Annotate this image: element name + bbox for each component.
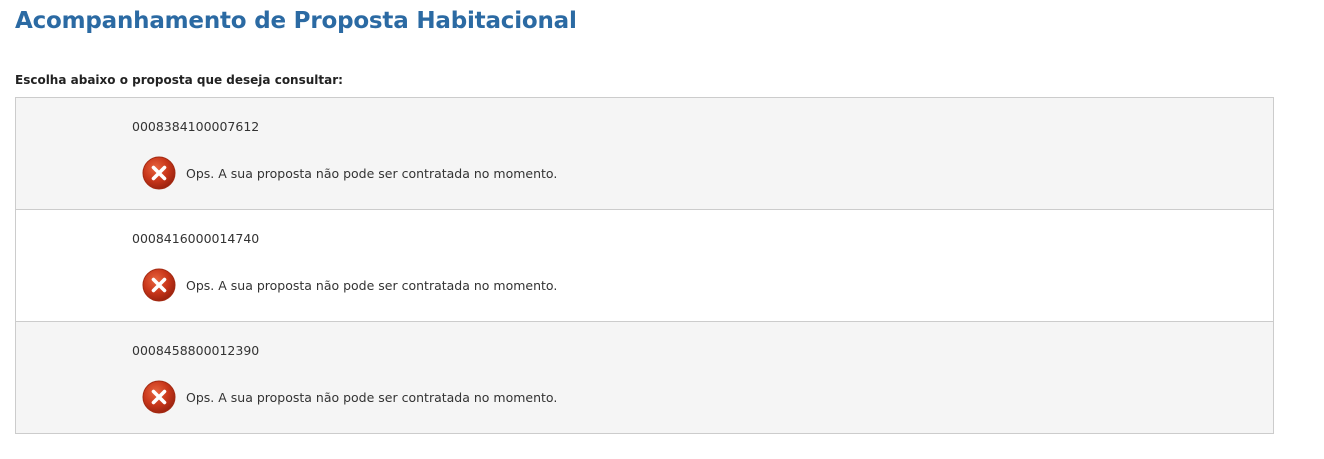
proposal-number[interactable]: 0008458800012390 (132, 343, 259, 358)
proposal-status: Ops. A sua proposta não pode ser contrat… (142, 380, 557, 414)
status-message: Ops. A sua proposta não pode ser contrat… (186, 165, 558, 181)
status-message: Ops. A sua proposta não pode ser contrat… (186, 389, 558, 405)
proposal-status: Ops. A sua proposta não pode ser contrat… (142, 156, 557, 190)
proposal-row[interactable]: 0008416000014740 Ops. A sua proposta não… (16, 210, 1273, 322)
error-x-icon (142, 268, 176, 302)
proposal-row[interactable]: 0008458800012390 Ops. A sua proposta não… (16, 322, 1273, 433)
proposal-row[interactable]: 0008384100007612 Ops. A sua proposta não… (16, 98, 1273, 210)
proposal-list: 0008384100007612 Ops. A sua proposta não… (15, 97, 1274, 434)
proposal-select-prompt: Escolha abaixo o proposta que deseja con… (15, 73, 343, 87)
error-x-icon (142, 380, 176, 414)
proposal-status: Ops. A sua proposta não pode ser contrat… (142, 268, 557, 302)
proposal-number[interactable]: 0008384100007612 (132, 119, 259, 134)
proposal-number[interactable]: 0008416000014740 (132, 231, 259, 246)
page-title: Acompanhamento de Proposta Habitacional (15, 8, 577, 34)
error-x-icon (142, 156, 176, 190)
status-message: Ops. A sua proposta não pode ser contrat… (186, 277, 558, 293)
